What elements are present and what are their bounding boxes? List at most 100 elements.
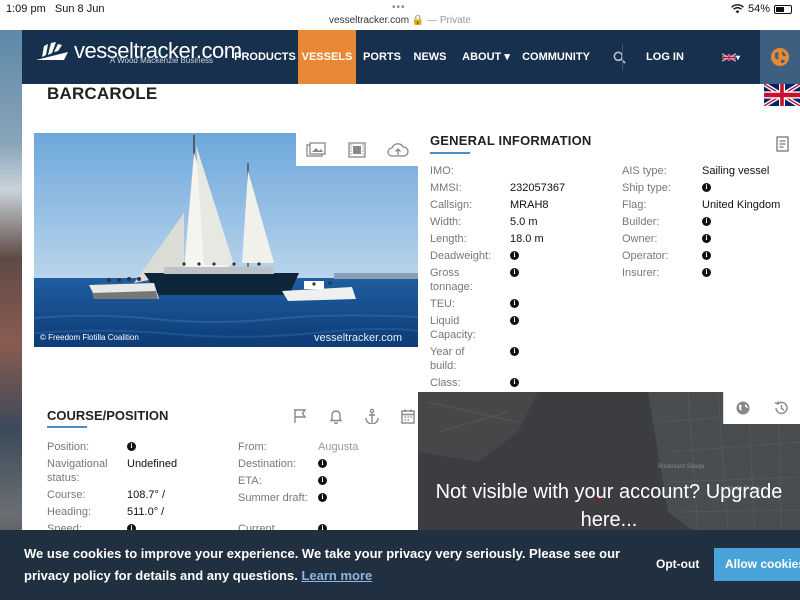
info-icon[interactable]: i	[510, 378, 519, 387]
info-icon[interactable]: i	[510, 316, 519, 325]
battery-percent: 54%	[747, 3, 770, 15]
title-underline	[430, 152, 470, 154]
photo-watermark: vesseltracker.com	[314, 332, 403, 344]
nav-ports[interactable]: PORTS	[360, 30, 404, 84]
gi-label-operator: Operator:	[622, 250, 669, 262]
cp-value-heading: 511.0° /	[127, 506, 165, 518]
map-toolbar	[723, 392, 800, 424]
info-icon[interactable]: i	[510, 251, 519, 260]
status-icons: 54%	[731, 3, 792, 15]
anchor-icon[interactable]	[364, 408, 380, 424]
nav-about[interactable]: ABOUT ▾	[460, 30, 512, 84]
info-icon[interactable]: i	[318, 493, 327, 502]
bell-icon[interactable]	[328, 408, 344, 424]
film-icon[interactable]	[346, 140, 368, 160]
battery-icon	[774, 4, 792, 14]
allow-cookies-button[interactable]: Allow cookies	[714, 548, 800, 581]
info-icon[interactable]: i	[510, 268, 519, 277]
gi-label-flag: Flag:	[622, 199, 647, 211]
globe-button[interactable]	[760, 30, 800, 84]
wifi-icon	[731, 4, 744, 14]
course-toolbar	[292, 408, 416, 424]
gi-value-flag: United Kingdom	[702, 199, 781, 211]
history-icon[interactable]	[773, 400, 789, 416]
map-place-label: Boulevard Slavija	[658, 464, 705, 470]
gi-label-liquid-capacity: Liquid Capacity:	[430, 315, 476, 341]
gallery-icon[interactable]	[305, 140, 327, 160]
cp-label-nav-status: Navigational status:	[47, 458, 108, 484]
search-icon[interactable]	[608, 30, 630, 84]
info-icon[interactable]: i	[702, 183, 711, 192]
vessel-name: BARCAROLE	[47, 84, 158, 103]
language-selector[interactable]: ▾	[716, 30, 746, 84]
cp-label-destination: Destination:	[238, 458, 297, 470]
url-text: vesseltracker.com	[329, 15, 410, 26]
info-icon[interactable]: i	[127, 442, 136, 451]
address-bar[interactable]: vesseltracker.com 🔒 — Private	[0, 15, 800, 26]
info-icon[interactable]: i	[702, 251, 711, 260]
gi-label-deadweight: Deadweight:	[430, 250, 492, 262]
cp-label-from: From:	[238, 441, 267, 453]
gi-label-teu: TEU:	[430, 298, 456, 310]
nav-divider	[622, 44, 623, 70]
gi-label-year-of-build: Year of build:	[430, 346, 465, 372]
cp-value-nav-status: Undefined	[127, 458, 178, 470]
flag-icon[interactable]	[292, 408, 308, 424]
photo-toolbar	[296, 133, 418, 166]
globe-icon	[771, 48, 789, 66]
gi-label-builder: Builder:	[622, 216, 660, 228]
gi-label-width: Width:	[430, 216, 462, 228]
document-icon[interactable]	[776, 136, 790, 152]
chevron-down-icon: ▾	[735, 53, 740, 62]
cp-value-from[interactable]: Augusta	[318, 440, 358, 454]
learn-more-link[interactable]: Learn more	[301, 568, 372, 583]
upload-cloud-icon[interactable]	[387, 140, 409, 160]
gi-label-owner: Owner:	[622, 233, 658, 245]
nav-vessels[interactable]: VESSELS	[298, 30, 356, 84]
cp-label-heading: Heading:	[47, 506, 92, 518]
gi-label-gross-tonnage: Gross tonnage:	[430, 267, 473, 293]
gi-value-ais-type: Sailing vessel	[702, 165, 770, 177]
gi-label-ais-type: AIS type:	[622, 165, 667, 177]
gi-label-insurer: Insurer:	[622, 267, 660, 279]
nav-news[interactable]: NEWS	[410, 30, 450, 84]
vessel-flag-icon	[764, 84, 800, 106]
info-icon[interactable]: i	[702, 234, 711, 243]
clock: 1:09 pm Sun 8 Jun	[6, 3, 104, 15]
date-text: Sun 8 Jun	[54, 3, 105, 15]
login-link[interactable]: LOG IN	[642, 30, 688, 84]
info-icon[interactable]: i	[510, 347, 519, 356]
uk-flag-icon	[721, 52, 737, 62]
gi-label-imo: IMO:	[430, 165, 454, 177]
cp-label-eta: ETA:	[238, 475, 262, 487]
nav-products[interactable]: PRODUCTS	[234, 30, 296, 84]
info-icon[interactable]: i	[702, 217, 711, 226]
lock-icon: 🔒	[411, 15, 425, 26]
info-icon[interactable]: i	[702, 268, 711, 277]
opt-out-button[interactable]: Opt-out	[656, 557, 699, 571]
cp-label-course: Course:	[47, 489, 86, 501]
info-icon[interactable]: i	[318, 459, 327, 468]
cp-label-position: Position:	[47, 441, 90, 453]
gi-value-callsign: MRAH8	[510, 199, 549, 211]
more-dots-icon[interactable]: •••	[392, 2, 406, 13]
upgrade-message[interactable]: Not visible with your account? Upgrade h…	[418, 478, 800, 534]
info-icon[interactable]: i	[318, 476, 327, 485]
globe-icon[interactable]	[735, 400, 751, 416]
info-icon[interactable]: i	[510, 299, 519, 308]
logo-ship-icon	[36, 42, 68, 60]
nav-community[interactable]: COMMUNITY	[522, 30, 590, 84]
calendar-icon[interactable]	[400, 408, 416, 424]
gi-label-mmsi: MMSI:	[430, 182, 462, 194]
gi-value-length: 18.0 m	[510, 233, 544, 245]
photo-credit: © Freedom Flotilla Coalition	[40, 333, 139, 342]
gi-label-class: Class:	[430, 377, 461, 389]
cookie-message: We use cookies to improve your experienc…	[24, 543, 634, 587]
cp-value-course: 108.7° /	[127, 489, 166, 501]
logo-subtitle: A Wood Mackenzie Business	[110, 56, 214, 65]
course-position-title: COURSE/POSITION	[47, 408, 169, 423]
gi-label-callsign: Callsign:	[430, 199, 473, 211]
gi-label-length: Length:	[430, 233, 467, 245]
general-info-title: GENERAL INFORMATION	[430, 133, 592, 148]
title-underline	[47, 426, 87, 428]
